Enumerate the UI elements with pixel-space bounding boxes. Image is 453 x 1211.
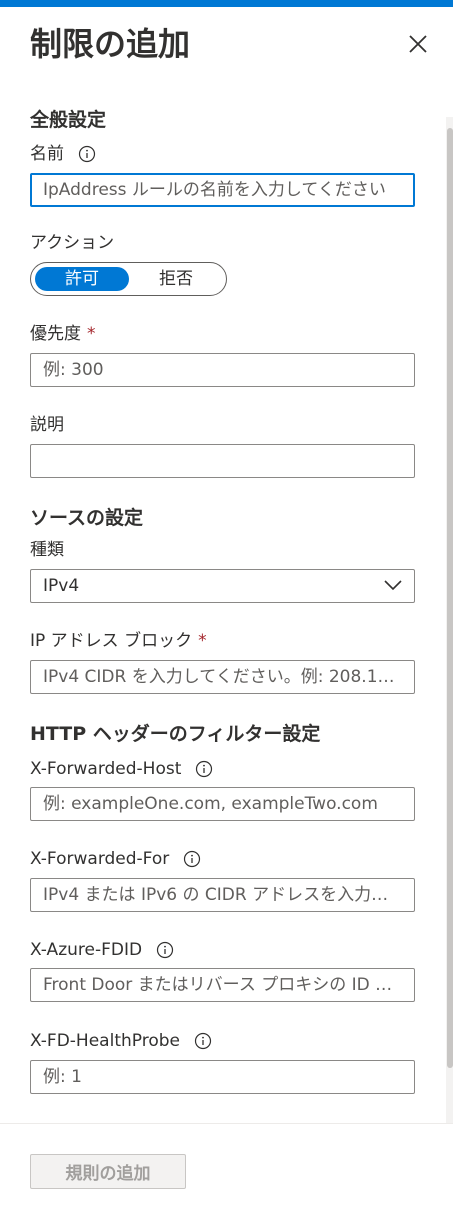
source-settings-heading: ソースの設定 bbox=[30, 507, 144, 529]
close-icon[interactable] bbox=[404, 30, 432, 58]
ip-block-input[interactable] bbox=[30, 660, 415, 694]
action-toggle[interactable]: 許可 拒否 bbox=[30, 262, 227, 296]
info-icon[interactable] bbox=[156, 941, 174, 959]
azure-fdid-label: X-Azure-FDID bbox=[30, 940, 143, 960]
health-probe-label-row: X-FD-HealthProbe bbox=[30, 1029, 212, 1053]
required-marker: * bbox=[198, 631, 207, 651]
general-settings-heading: 全般設定 bbox=[30, 109, 107, 131]
footer-divider bbox=[0, 1123, 453, 1124]
name-label: 名前 bbox=[30, 144, 64, 164]
chevron-down-icon bbox=[384, 580, 402, 591]
info-icon[interactable] bbox=[78, 145, 96, 163]
priority-label-row: 優先度 * bbox=[30, 322, 96, 346]
type-select[interactable]: IPv4 bbox=[30, 569, 415, 603]
action-deny-option[interactable]: 拒否 bbox=[129, 267, 223, 291]
http-filter-heading: HTTP ヘッダーのフィルター設定 bbox=[30, 723, 321, 745]
priority-input[interactable] bbox=[30, 353, 415, 387]
forwarded-host-label-row: X-Forwarded-Host bbox=[30, 757, 213, 781]
top-accent-bar bbox=[0, 0, 453, 7]
name-input[interactable] bbox=[30, 173, 415, 207]
action-allow-option[interactable]: 許可 bbox=[35, 267, 129, 291]
health-probe-input[interactable] bbox=[30, 1060, 415, 1094]
priority-label: 優先度 bbox=[30, 324, 81, 344]
description-input[interactable] bbox=[30, 444, 415, 478]
info-icon[interactable] bbox=[194, 1032, 212, 1050]
name-label-row: 名前 bbox=[30, 142, 96, 166]
forwarded-for-label-row: X-Forwarded-For bbox=[30, 847, 201, 871]
type-label: 種類 bbox=[30, 540, 64, 560]
scrollbar-thumb[interactable] bbox=[447, 128, 453, 1068]
health-probe-label: X-FD-HealthProbe bbox=[30, 1031, 180, 1051]
forwarded-for-label: X-Forwarded-For bbox=[30, 849, 170, 869]
ip-block-label-row: IP アドレス ブロック * bbox=[30, 629, 207, 653]
info-icon[interactable] bbox=[183, 850, 201, 868]
forwarded-host-label: X-Forwarded-Host bbox=[30, 759, 182, 779]
type-select-value: IPv4 bbox=[43, 576, 80, 596]
action-label: アクション bbox=[30, 233, 115, 253]
ip-block-label: IP アドレス ブロック bbox=[30, 631, 193, 651]
panel-title: 制限の追加 bbox=[30, 25, 191, 63]
add-rule-button[interactable]: 規則の追加 bbox=[30, 1154, 186, 1189]
azure-fdid-input[interactable] bbox=[30, 968, 415, 1002]
azure-fdid-label-row: X-Azure-FDID bbox=[30, 938, 174, 962]
info-icon[interactable] bbox=[195, 760, 213, 778]
required-marker: * bbox=[87, 324, 96, 344]
forwarded-for-input[interactable] bbox=[30, 878, 415, 912]
description-label: 説明 bbox=[30, 415, 64, 435]
forwarded-host-input[interactable] bbox=[30, 787, 415, 821]
